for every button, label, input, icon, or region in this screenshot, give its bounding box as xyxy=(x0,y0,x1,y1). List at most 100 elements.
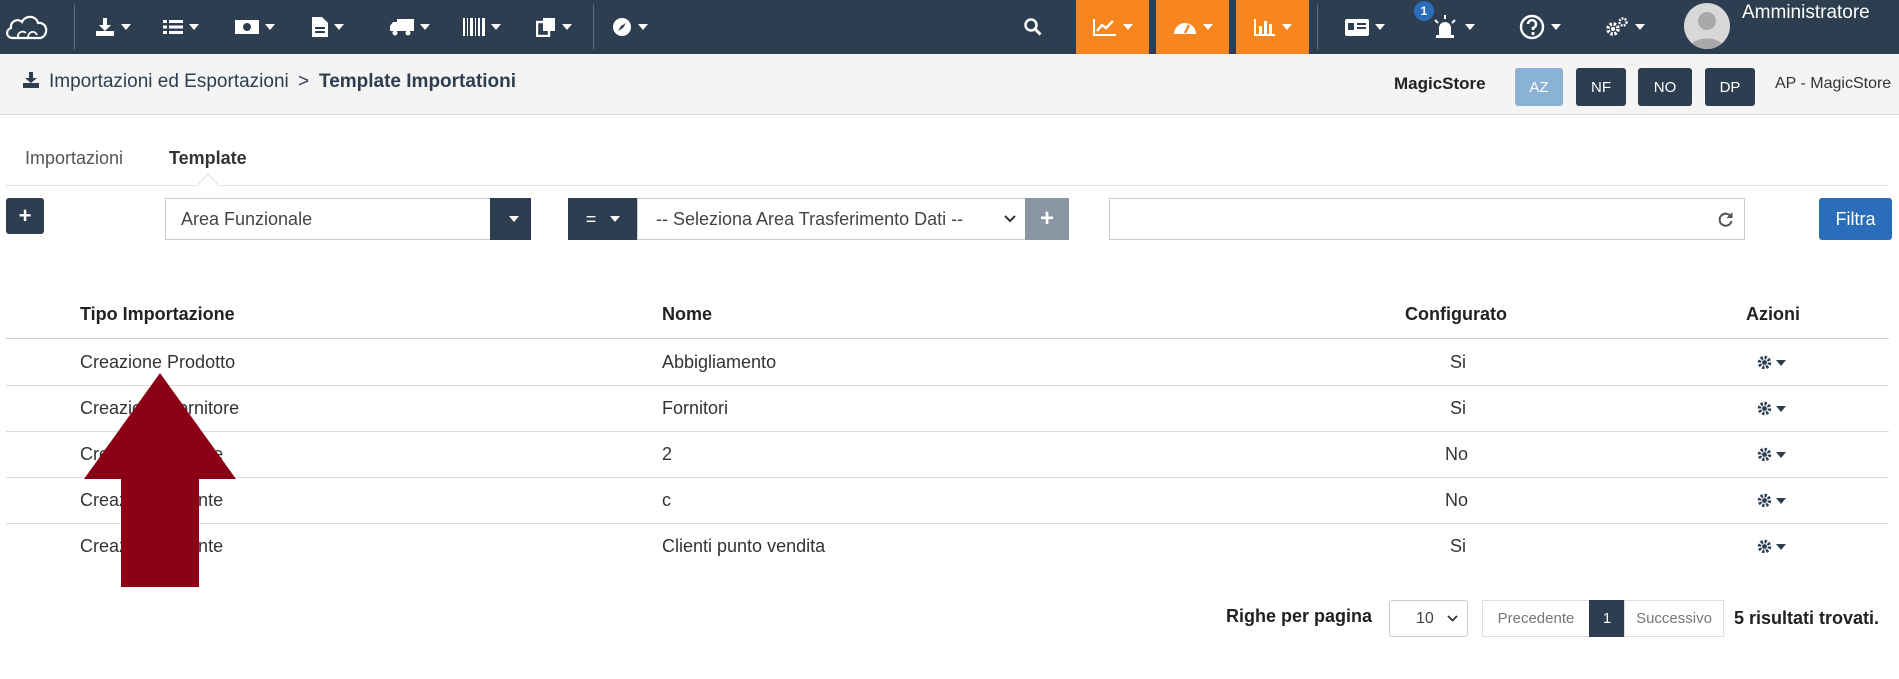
chevron-down-icon xyxy=(1465,24,1475,30)
filtra-button[interactable]: Filtra xyxy=(1819,198,1892,240)
gear-icon xyxy=(1757,355,1772,370)
user-name[interactable]: Amministratore xyxy=(1742,2,1870,24)
store-button-nf[interactable]: NF xyxy=(1576,68,1626,106)
add-area-button[interactable]: + xyxy=(1025,198,1069,240)
cloud-logo-icon[interactable] xyxy=(2,0,52,54)
prev-page-button[interactable]: Precedente xyxy=(1482,600,1590,637)
dashboard-menu[interactable] xyxy=(1156,0,1229,54)
store-code: AP - MagicStore xyxy=(1775,75,1892,92)
header-nome[interactable]: Nome xyxy=(662,304,712,325)
breadcrumb-parent-link[interactable]: Importazioni ed Esportazioni xyxy=(49,71,289,93)
table-header-divider xyxy=(6,338,1889,339)
area-trasferimento-select[interactable]: -- Seleziona Area Trasferimento Dati -- xyxy=(637,198,1027,240)
gears-menu[interactable] xyxy=(1595,0,1655,54)
gear-icon xyxy=(1757,447,1772,462)
area-funzionale-select[interactable]: Area Funzionale xyxy=(165,198,491,240)
chevron-down-icon xyxy=(1776,543,1786,550)
refresh-icon[interactable] xyxy=(1717,211,1734,228)
add-button[interactable]: + xyxy=(6,198,44,234)
area-trasferimento-placeholder: -- Seleziona Area Trasferimento Dati -- xyxy=(656,208,964,229)
chevron-down-icon xyxy=(1776,497,1786,504)
chevron-down-icon xyxy=(508,216,519,222)
compass-menu[interactable] xyxy=(605,0,655,54)
chevron-down-icon xyxy=(1281,24,1292,30)
truck-menu[interactable] xyxy=(380,0,440,54)
search-input[interactable] xyxy=(1109,198,1745,240)
nav-separator xyxy=(1317,4,1318,50)
area-funzionale-dropdown-button[interactable] xyxy=(490,198,531,240)
store-button-no[interactable]: NO xyxy=(1638,68,1692,106)
active-tab-pointer xyxy=(196,173,220,197)
barcode-menu[interactable] xyxy=(457,0,507,54)
page-1-button[interactable]: 1 xyxy=(1589,600,1625,637)
cell-configurato: Si xyxy=(1450,352,1467,372)
row-divider xyxy=(6,431,1889,432)
alarm-icon xyxy=(1434,15,1456,38)
results-count: 5 risultati trovati. xyxy=(1734,608,1880,628)
chevron-down-icon xyxy=(121,24,131,30)
rows-per-page-value: 10 xyxy=(1416,609,1434,627)
store-button-dp[interactable]: DP xyxy=(1705,68,1755,106)
download-menu[interactable] xyxy=(88,0,138,54)
row-divider xyxy=(6,477,1889,478)
row-actions-button[interactable] xyxy=(1757,355,1786,370)
top-navbar: 1 Amministratore xyxy=(0,0,1899,54)
cell-configurato: Si xyxy=(1450,536,1467,556)
barcode-icon xyxy=(463,18,485,36)
operator-label: = xyxy=(585,208,597,229)
cell-configurato: No xyxy=(1445,444,1469,464)
nav-separator xyxy=(74,4,75,50)
line-chart-icon xyxy=(1092,19,1116,36)
rows-per-page-select[interactable]: 10 xyxy=(1389,600,1468,637)
cell-nome: c xyxy=(662,490,671,510)
row-divider xyxy=(6,385,1889,386)
store-name: MagicStore xyxy=(1394,74,1486,93)
header-configurato[interactable]: Configurato xyxy=(1405,304,1507,325)
clipboard-icon xyxy=(536,18,555,37)
chevron-down-icon xyxy=(1776,451,1786,458)
row-actions-button[interactable] xyxy=(1757,493,1786,508)
tab-divider xyxy=(6,185,1889,186)
chevron-down-icon xyxy=(420,24,430,30)
chevron-down-icon xyxy=(491,24,501,30)
chevron-down-icon xyxy=(189,24,199,30)
chevron-down-icon xyxy=(562,24,572,30)
document-menu[interactable] xyxy=(303,0,353,54)
notification-badge: 1 xyxy=(1414,1,1434,21)
header-tipo-importazione[interactable]: Tipo Importazione xyxy=(80,304,235,325)
truck-icon xyxy=(390,19,414,36)
next-page-button[interactable]: Successivo xyxy=(1624,600,1724,637)
id-card-icon xyxy=(1345,18,1369,36)
chevron-down-icon xyxy=(1551,24,1561,30)
money-menu[interactable] xyxy=(230,0,280,54)
tab-importazioni[interactable]: Importazioni xyxy=(25,148,123,169)
help-menu[interactable] xyxy=(1510,0,1570,54)
dashboard-icon xyxy=(1173,23,1196,34)
search-icon[interactable] xyxy=(1018,0,1048,54)
document-icon xyxy=(312,17,328,37)
chevron-down-icon xyxy=(265,24,275,30)
row-actions-button[interactable] xyxy=(1757,447,1786,462)
breadcrumb-current: Template Importationi xyxy=(319,71,517,92)
gear-icon xyxy=(1757,539,1772,554)
bar-chart-menu[interactable] xyxy=(1236,0,1309,54)
chevron-down-icon xyxy=(1004,215,1016,223)
money-icon xyxy=(235,20,259,34)
cell-tipo: Creazione Prodotto xyxy=(80,352,236,372)
chevron-down-icon xyxy=(334,24,344,30)
clipboard-menu[interactable] xyxy=(529,0,579,54)
store-button-az[interactable]: AZ xyxy=(1515,68,1563,106)
nav-separator xyxy=(593,4,594,50)
cell-nome: Clienti punto vendita xyxy=(662,536,826,556)
gear-icon xyxy=(1757,401,1772,416)
avatar[interactable] xyxy=(1684,3,1730,49)
line-chart-menu[interactable] xyxy=(1076,0,1149,54)
row-actions-button[interactable] xyxy=(1757,401,1786,416)
row-actions-button[interactable] xyxy=(1757,539,1786,554)
list-menu[interactable] xyxy=(156,0,206,54)
id-card-menu[interactable] xyxy=(1335,0,1395,54)
cell-nome: Abbigliamento xyxy=(662,352,777,372)
tab-template[interactable]: Template xyxy=(169,148,247,169)
download-icon xyxy=(23,72,39,88)
operator-dropdown[interactable]: = xyxy=(568,198,638,240)
